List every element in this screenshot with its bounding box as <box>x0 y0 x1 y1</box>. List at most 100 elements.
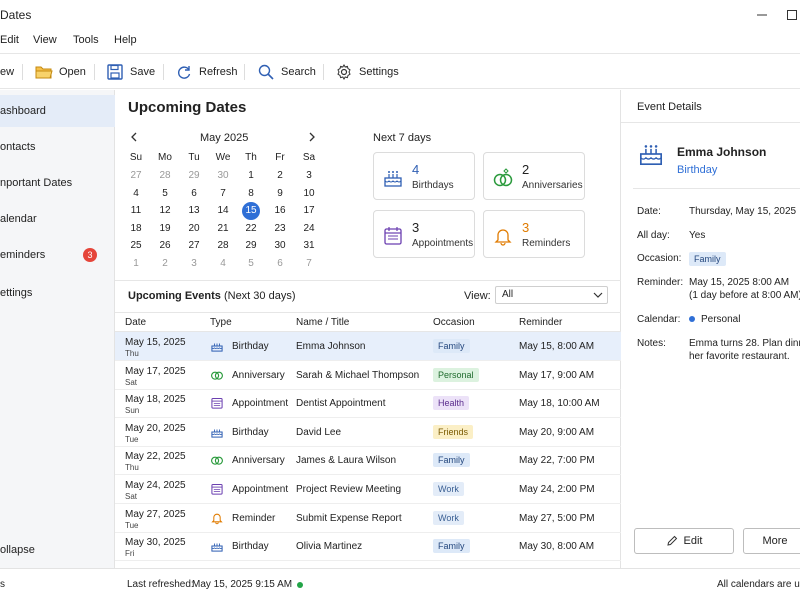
calendar-day[interactable]: 27 <box>123 168 149 184</box>
calendar-day[interactable]: 2 <box>267 168 293 184</box>
rings-icon <box>210 368 224 382</box>
calendar-day[interactable]: 9 <box>267 186 293 202</box>
sidebar-item-important-dates[interactable]: nportant Dates <box>0 167 115 199</box>
calendar-day[interactable]: 11 <box>123 203 149 219</box>
menu-edit[interactable]: Edit <box>0 34 19 46</box>
column-header-reminder[interactable]: Reminder <box>519 317 562 328</box>
calendar-day[interactable]: 10 <box>296 186 322 202</box>
sidebar-item-reminders[interactable]: eminders 3 <box>0 239 115 271</box>
refresh-button[interactable]: Refresh <box>175 61 238 83</box>
next-month-button[interactable] <box>305 130 319 144</box>
save-icon <box>106 63 124 81</box>
events-table-header: Date Type Name / Title Occasion Reminder <box>115 312 621 332</box>
table-row[interactable]: May 18, 2025 Sun Appointment Dentist Appoin… <box>115 389 621 419</box>
calendar-day[interactable]: 13 <box>181 203 207 219</box>
calendar-day[interactable]: 29 <box>238 238 264 254</box>
table-row[interactable]: May 27, 2025 Tue Reminder Submit Expense Re… <box>115 504 621 533</box>
calendar-day[interactable]: 17 <box>296 203 322 219</box>
event-weekday: Tue <box>125 520 139 530</box>
calendar-day[interactable]: 31 <box>296 238 322 254</box>
anniversaries-card[interactable]: 2 Anniversaries <box>483 152 585 200</box>
calendar-day[interactable]: 30 <box>210 168 236 184</box>
event-date: May 30, 2025 <box>125 537 186 549</box>
birthdays-card[interactable]: 4 Birthdays <box>373 152 475 200</box>
calendar-day[interactable]: 25 <box>123 238 149 254</box>
occasion-badge: Health <box>433 396 470 411</box>
calendar-day[interactable]: 1 <box>238 168 264 184</box>
sidebar-item-dashboard[interactable]: ashboard <box>0 95 115 127</box>
calendar-day[interactable]: 7 <box>210 186 236 202</box>
minimize-button[interactable] <box>752 6 772 24</box>
calendar-icon <box>210 396 224 410</box>
calendar-day[interactable]: 16 <box>267 203 293 219</box>
open-label: Open <box>59 66 86 78</box>
table-row[interactable]: May 24, 2025 Sat Appointment Project Review… <box>115 475 621 504</box>
calendar-day[interactable]: 22 <box>238 221 264 237</box>
view-filter-dropdown[interactable]: All <box>495 286 608 304</box>
calendar-day[interactable]: 7 <box>296 256 322 272</box>
calendar-day[interactable]: 12 <box>152 203 178 219</box>
weekday-header: We <box>215 152 231 163</box>
calendar-day[interactable]: 5 <box>152 186 178 202</box>
menu-tools[interactable]: Tools <box>73 34 99 46</box>
column-header-date[interactable]: Date <box>125 317 146 328</box>
window-title: Dates <box>0 8 32 22</box>
calendar-day[interactable]: 1 <box>123 256 149 272</box>
sidebar-item-calendar[interactable]: alendar <box>0 203 115 235</box>
calendar-day[interactable]: 8 <box>238 186 264 202</box>
calendar-day[interactable]: 24 <box>296 221 322 237</box>
more-button[interactable]: More <box>743 528 800 554</box>
column-header-occasion[interactable]: Occasion <box>433 317 475 328</box>
settings-button[interactable]: Settings <box>335 61 399 83</box>
event-reminder: May 22, 7:00 PM <box>519 455 595 467</box>
calendar-day[interactable]: 5 <box>238 256 264 272</box>
calendar-day[interactable]: 20 <box>181 221 207 237</box>
event-weekday: Sun <box>125 406 140 416</box>
calendar-day[interactable]: 26 <box>152 238 178 254</box>
column-header-name[interactable]: Name / Title <box>296 317 349 328</box>
calendar-day[interactable]: 29 <box>181 168 207 184</box>
calendar-day-selected[interactable]: 15 <box>242 202 260 221</box>
calendar-day[interactable]: 23 <box>267 221 293 237</box>
upcoming-events-heading: Upcoming Events <box>128 290 221 302</box>
calendar-day[interactable]: 6 <box>267 256 293 272</box>
table-row[interactable]: May 30, 2025 Fri Birthday Olivia Martinez Fa… <box>115 532 621 562</box>
open-button[interactable]: Open <box>35 61 86 83</box>
menu-view[interactable]: View <box>33 34 57 46</box>
calendar-day[interactable]: 18 <box>123 221 149 237</box>
prev-month-button[interactable] <box>127 130 141 144</box>
column-header-type[interactable]: Type <box>210 317 232 328</box>
calendar-day[interactable]: 30 <box>267 238 293 254</box>
calendar-day[interactable]: 2 <box>152 256 178 272</box>
weekday-header: Su <box>129 152 143 163</box>
table-row[interactable]: May 15, 2025 Thu Birthday Emma Johnson Famil… <box>115 332 621 361</box>
table-row[interactable]: May 20, 2025 Tue Birthday David Lee Friends M… <box>115 418 621 447</box>
search-button[interactable]: Search <box>257 61 316 83</box>
refresh-label: Refresh <box>199 66 238 78</box>
edit-button[interactable]: Edit <box>634 528 734 554</box>
maximize-button[interactable] <box>782 6 800 24</box>
table-row[interactable]: May 17, 2025 Sat Anniversary Sarah & Michae… <box>115 361 621 390</box>
calendar-day[interactable]: 28 <box>210 238 236 254</box>
calendar-day[interactable]: 3 <box>296 168 322 184</box>
calendar-day[interactable]: 6 <box>181 186 207 202</box>
calendar-day[interactable]: 27 <box>181 238 207 254</box>
menu-help[interactable]: Help <box>114 34 137 46</box>
calendar-day[interactable]: 21 <box>210 221 236 237</box>
table-row[interactable]: May 22, 2025 Thu Anniversary James & Laura … <box>115 446 621 476</box>
calendar-day[interactable]: 28 <box>152 168 178 184</box>
reminders-card[interactable]: 3 Reminders <box>483 210 585 258</box>
calendar-day[interactable]: 4 <box>210 256 236 272</box>
pencil-icon <box>666 535 677 546</box>
new-button[interactable]: ew <box>0 61 14 83</box>
save-button[interactable]: Save <box>106 61 155 83</box>
calendar-day[interactable]: 19 <box>152 221 178 237</box>
sidebar-item-contacts[interactable]: ontacts <box>0 131 115 163</box>
calendar-day[interactable]: 14 <box>210 203 236 219</box>
toolbar-divider <box>94 64 95 80</box>
sidebar-item-settings[interactable]: ettings <box>0 277 115 309</box>
calendar-day[interactable]: 3 <box>181 256 207 272</box>
appointments-card[interactable]: 3 Appointments <box>373 210 475 258</box>
sidebar-collapse-button[interactable]: ollapse <box>0 534 115 566</box>
calendar-day[interactable]: 4 <box>123 186 149 202</box>
